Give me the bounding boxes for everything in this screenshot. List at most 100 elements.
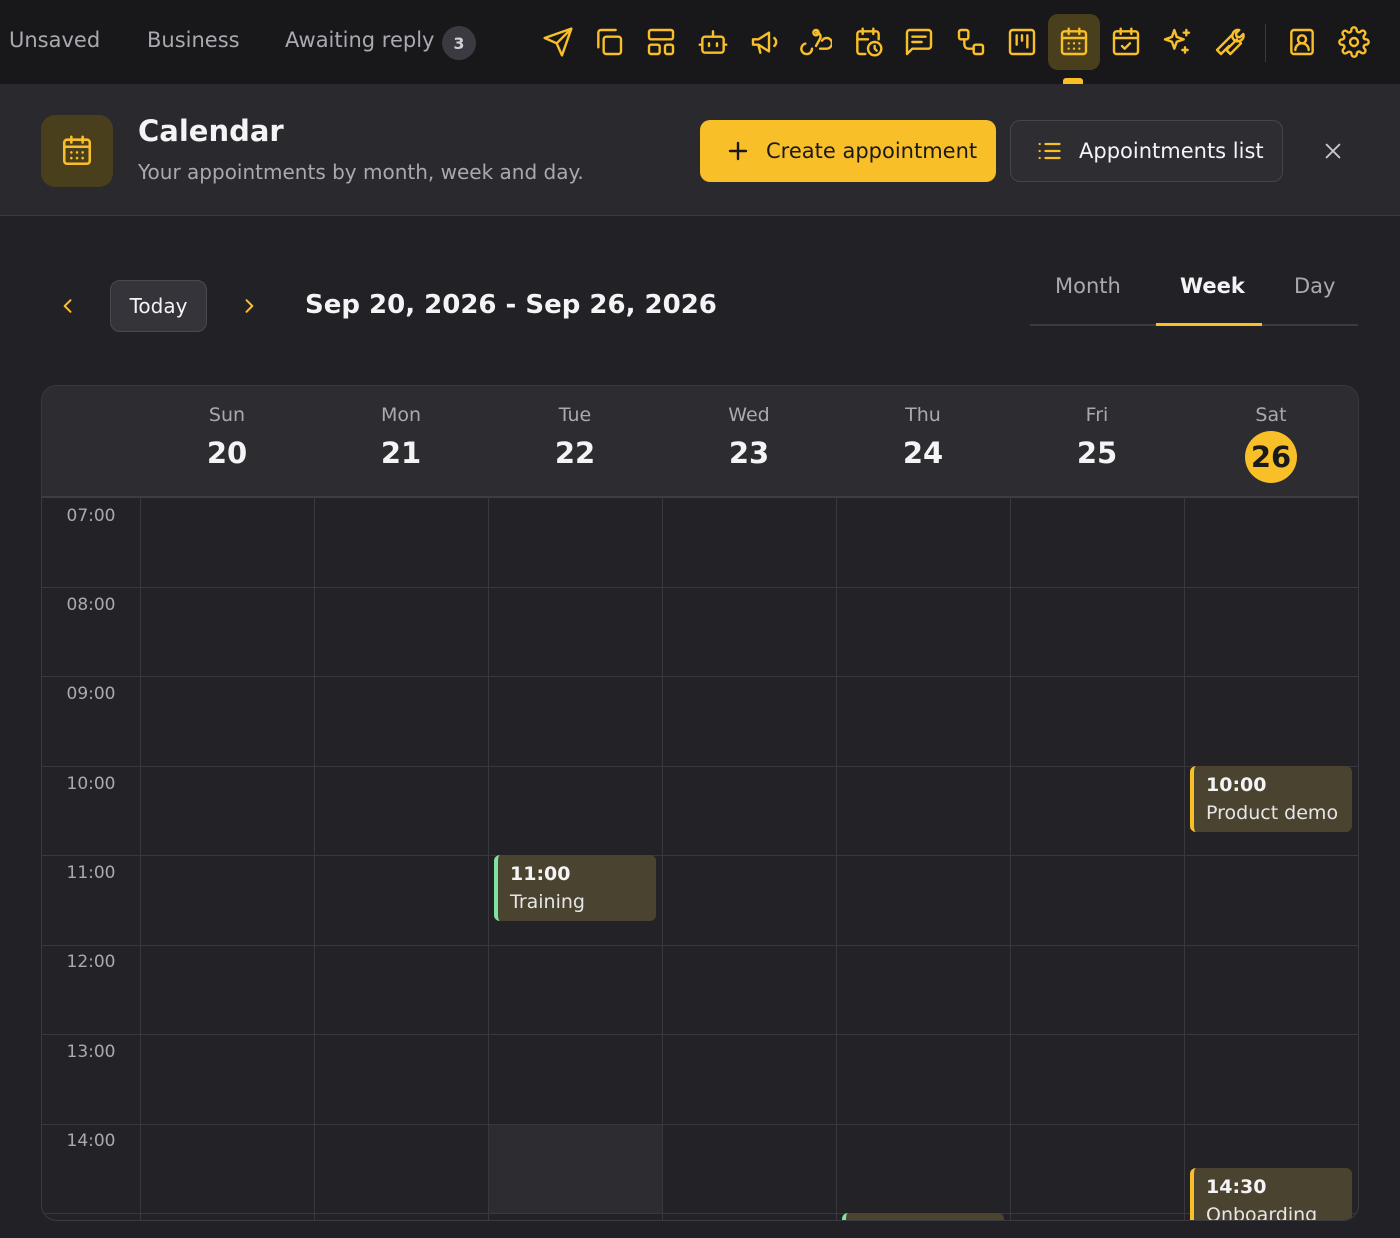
hour-gridline [42, 855, 1358, 856]
day-number: 20 [206, 436, 248, 470]
day-header-fri[interactable]: Fri 25 [1010, 386, 1184, 498]
day-gridline [836, 498, 837, 1220]
page-subtitle: Your appointments by month, week and day… [138, 160, 584, 184]
event-time: 10:00 [1206, 774, 1267, 796]
event-title: Onboarding [1206, 1204, 1318, 1221]
day-name: Mon [380, 404, 422, 426]
day-gridline [662, 498, 663, 1220]
day-header-sun[interactable]: Sun 20 [140, 386, 314, 498]
day-gridline [1010, 498, 1011, 1220]
chevron-right-icon [245, 299, 254, 313]
previous-week-button[interactable] [52, 290, 84, 322]
day-name: Fri [1085, 404, 1109, 426]
view-switcher: Month Week Day [1030, 270, 1358, 326]
day-name: Sat [1255, 404, 1287, 426]
event-time: 14:30 [1206, 1176, 1267, 1198]
event-title: Training [510, 891, 585, 913]
flow-icon[interactable] [949, 20, 993, 64]
time-label: 13:00 [66, 1042, 116, 1062]
sparkles-icon[interactable] [1155, 20, 1199, 64]
calendar-icon[interactable] [1048, 14, 1100, 70]
time-label: 12:00 [66, 952, 116, 972]
time-label: 09:00 [66, 684, 116, 704]
day-header-sat[interactable]: Sat 26 [1184, 386, 1358, 498]
settings-icon[interactable] [1332, 20, 1376, 64]
wrench-icon[interactable] [1207, 20, 1251, 64]
kanban-icon[interactable] [1000, 20, 1044, 64]
day-header-row: Sun 20 Mon 21 Tue 22 Wed 23 Thu 24 Fri 2… [42, 386, 1358, 498]
chevron-left-icon [63, 299, 72, 313]
appointments-list-label: Appointments list [1079, 139, 1264, 163]
awaiting-count-badge: 3 [442, 26, 476, 60]
top-nav-bar: Unsaved Business Awaiting reply 3 [0, 0, 1400, 84]
layout-icon[interactable] [639, 20, 683, 64]
event-onboarding[interactable]: 14:30 Onboarding [1190, 1168, 1352, 1221]
hour-gridline [42, 1213, 1358, 1214]
message-icon[interactable] [897, 20, 941, 64]
megaphone-icon[interactable] [743, 20, 787, 64]
webhook-icon[interactable] [794, 20, 838, 64]
day-gridline [1184, 498, 1185, 1220]
day-name: Wed [728, 404, 770, 426]
create-appointment-label: Create appointment [766, 139, 978, 163]
list-icon [1038, 142, 1061, 160]
hour-gridline [42, 1124, 1358, 1125]
view-tab-indicator [1156, 323, 1262, 326]
event-title: Product demo [1206, 802, 1339, 824]
day-name: Tue [558, 404, 592, 426]
contact-icon[interactable] [1280, 20, 1324, 64]
today-day-number: 26 [1245, 431, 1297, 483]
hour-gridline [42, 766, 1358, 767]
date-range-label: Sep 20, 2026 - Sep 26, 2026 [305, 290, 717, 320]
today-button[interactable]: Today [110, 280, 207, 332]
calendar-check-icon[interactable] [1104, 20, 1148, 64]
time-label: 11:00 [66, 863, 116, 883]
day-name: Sun [208, 404, 246, 426]
day-number: 24 [902, 436, 944, 470]
time-label: 07:00 [66, 506, 116, 526]
send-icon[interactable] [536, 20, 580, 64]
page-title: Calendar [138, 114, 284, 148]
day-number: 22 [554, 436, 596, 470]
close-button[interactable] [1316, 134, 1350, 168]
event-training[interactable]: 11:00 Training [494, 855, 656, 921]
next-week-button[interactable] [233, 290, 265, 322]
hour-gridline [42, 676, 1358, 677]
day-number: 21 [380, 436, 422, 470]
calendar-header: Calendar Your appointments by month, wee… [0, 84, 1400, 216]
appointments-list-button[interactable]: Appointments list [1010, 120, 1283, 182]
hour-gridline [42, 1034, 1358, 1035]
time-label: 10:00 [66, 774, 116, 794]
event-product-demo[interactable]: 10:00 Product demo [1190, 766, 1352, 832]
hovered-slot[interactable] [488, 1125, 662, 1214]
day-header-thu[interactable]: Thu 24 [836, 386, 1010, 498]
filter-tab-business[interactable]: Business [147, 28, 240, 52]
event-partial-thu[interactable] [842, 1213, 1004, 1220]
calendar-clock-icon[interactable] [846, 20, 890, 64]
hour-gridline [42, 587, 1358, 588]
tab-week[interactable]: Week [1180, 274, 1245, 298]
nav-divider [1265, 24, 1266, 62]
day-header-tue[interactable]: Tue 22 [488, 386, 662, 498]
filter-tab-awaiting-reply[interactable]: Awaiting reply [285, 28, 434, 52]
week-calendar: Sun 20 Mon 21 Tue 22 Wed 23 Thu 24 Fri 2… [41, 385, 1359, 1221]
plus-icon [728, 141, 748, 161]
tab-month[interactable]: Month [1055, 274, 1121, 298]
day-gridline [140, 498, 141, 1220]
tab-day[interactable]: Day [1294, 274, 1335, 298]
calendar-header-icon [41, 115, 113, 187]
day-name: Thu [905, 404, 941, 426]
day-header-mon[interactable]: Mon 21 [314, 386, 488, 498]
close-icon [1325, 143, 1341, 159]
copy-icon[interactable] [587, 20, 631, 64]
create-appointment-button[interactable]: Create appointment [700, 120, 996, 182]
time-label: 08:00 [66, 595, 116, 615]
day-number: 23 [728, 436, 770, 470]
day-number: 25 [1076, 436, 1118, 470]
day-header-wed[interactable]: Wed 23 [662, 386, 836, 498]
time-label: 14:00 [66, 1131, 116, 1151]
event-time: 11:00 [510, 863, 571, 885]
filter-tab-unsaved[interactable]: Unsaved [9, 28, 100, 52]
day-gridline [488, 498, 489, 1220]
bot-icon[interactable] [691, 20, 735, 64]
